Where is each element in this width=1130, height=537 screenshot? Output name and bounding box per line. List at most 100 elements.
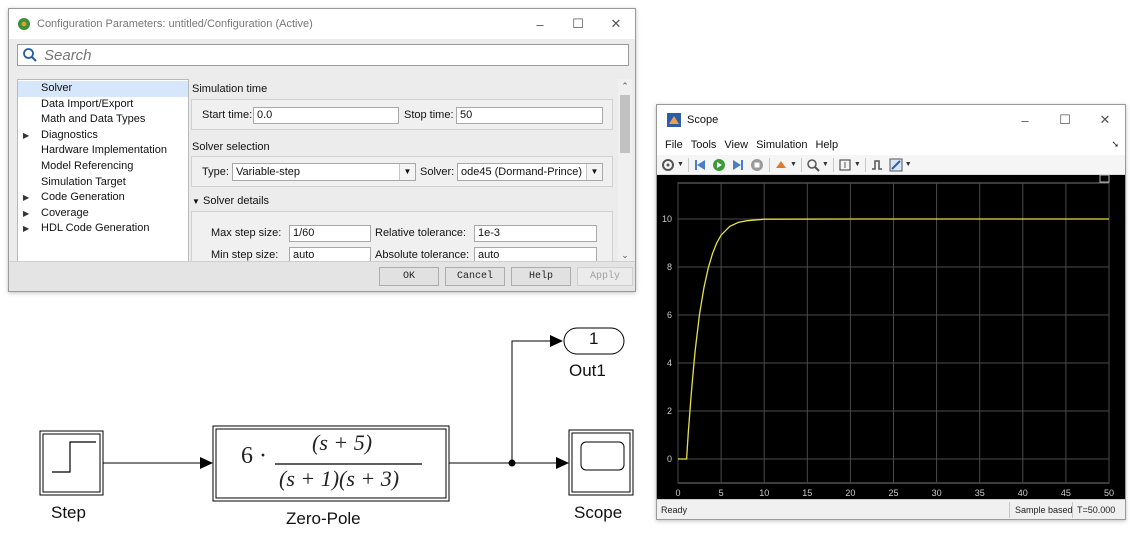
x-tick-label: 20	[845, 488, 855, 498]
solver-selection-group: Type: Variable-step ▼ Solver: ode45 (Dor…	[191, 156, 613, 187]
x-tick-label: 35	[975, 488, 985, 498]
chevron-down-icon[interactable]: ▼	[905, 161, 912, 168]
step-back-icon[interactable]	[692, 157, 708, 173]
menu-simulation[interactable]: Simulation	[756, 139, 807, 151]
category-tree: Solver Data Import/Export Math and Data …	[17, 79, 189, 263]
expand-arrow-icon[interactable]: ▶	[23, 221, 29, 237]
tree-item-math-data-types[interactable]: Math and Data Types	[18, 112, 188, 128]
maximize-button[interactable]: ☐	[559, 9, 597, 39]
min-step-label: Min step size:	[211, 249, 279, 261]
simulation-time-title: Simulation time	[192, 83, 268, 95]
menu-file[interactable]: File	[665, 139, 683, 151]
scope-window-title: Scope	[687, 114, 719, 126]
scope-label: Scope	[574, 503, 623, 522]
run-icon[interactable]	[711, 157, 727, 173]
tree-item-simulation-target[interactable]: Simulation Target	[18, 175, 188, 191]
scope-plot-area[interactable]: 0 5 10 15 20 25 30 35 40 45 50 0 2 4 6 8 10	[657, 174, 1125, 499]
triggers-icon[interactable]	[869, 157, 885, 173]
menu-view[interactable]: View	[724, 139, 748, 151]
chevron-down-icon[interactable]: ▼	[677, 161, 684, 168]
chevron-down-icon[interactable]: ▼	[790, 161, 797, 168]
step-block[interactable]	[39, 430, 104, 496]
solver-label: Solver:	[420, 166, 455, 178]
stop-icon[interactable]	[749, 157, 765, 173]
signal-line[interactable]	[511, 340, 550, 463]
scrollbar-thumb[interactable]	[620, 95, 630, 153]
ok-button[interactable]: OK	[379, 267, 439, 286]
close-button[interactable]: ✕	[1085, 105, 1125, 135]
relative-tolerance-input[interactable]: 1e-3	[474, 225, 597, 242]
stop-time-label: Stop time:	[404, 109, 454, 121]
solver-details-toggle[interactable]: ▼ Solver details	[192, 195, 269, 207]
tree-item-model-referencing[interactable]: Model Referencing	[18, 159, 188, 175]
menu-help[interactable]: Help	[815, 139, 838, 151]
x-tick-label: 25	[888, 488, 898, 498]
close-button[interactable]: ✕	[597, 9, 635, 39]
minimize-button[interactable]: –	[521, 9, 559, 39]
scope-toolbar: ▼ ▼ ▼ ▼ ▼	[657, 155, 1125, 175]
simulink-diagram: 6 · (s + 5) (s + 1)(s + 3) 1 Out1 Step Z…	[0, 300, 650, 534]
step-forward-icon[interactable]	[730, 157, 746, 173]
expand-arrow-icon[interactable]: ▶	[23, 206, 29, 222]
help-button[interactable]: Help	[511, 267, 571, 286]
zero-pole-gain: 6 ·	[241, 443, 267, 469]
expand-axes-icon[interactable]	[1099, 174, 1110, 183]
scope-menubar: File Tools View Simulation Help ➘	[657, 135, 1125, 155]
solver-dropdown[interactable]: ode45 (Dormand-Prince) ▼	[457, 163, 603, 181]
expand-arrow-icon[interactable]: ▶	[23, 128, 29, 144]
chevron-down-icon[interactable]: ▼	[822, 161, 829, 168]
scroll-down-icon[interactable]: ⌄	[618, 250, 632, 261]
start-time-label: Start time:	[202, 109, 253, 121]
step-label: Step	[51, 503, 86, 522]
chevron-down-icon[interactable]: ▼	[854, 161, 861, 168]
autoscale-icon[interactable]	[837, 157, 853, 173]
tree-item-diagnostics[interactable]: ▶ Diagnostics	[18, 128, 188, 144]
maximize-button[interactable]: ☐	[1045, 105, 1085, 135]
max-step-input[interactable]: 1/60	[289, 225, 371, 242]
start-time-input[interactable]: 0.0	[253, 107, 399, 124]
scope-titlebar[interactable]: Scope – ☐ ✕	[657, 105, 1125, 135]
edit-properties-icon[interactable]	[888, 157, 904, 173]
chevron-down-icon[interactable]: ▼	[586, 164, 602, 180]
max-step-label: Max step size:	[211, 227, 282, 239]
dialog-footer: OK Cancel Help Apply	[9, 261, 635, 291]
undock-icon[interactable]: ➘	[1111, 139, 1119, 150]
panel-scrollbar[interactable]: ⌃ ⌄	[618, 79, 632, 263]
expand-arrow-icon[interactable]: ▶	[23, 190, 29, 206]
tree-item-coverage[interactable]: ▶ Coverage	[18, 206, 188, 222]
type-dropdown[interactable]: Variable-step ▼	[232, 163, 416, 181]
scope-block[interactable]	[568, 429, 634, 496]
out1-port-number: 1	[589, 329, 599, 348]
zero-pole-denominator: (s + 1)(s + 3)	[279, 466, 400, 491]
search-input[interactable]	[42, 45, 602, 65]
search-box[interactable]	[17, 44, 629, 66]
diagram-canvas	[39, 327, 634, 502]
absolute-tolerance-label: Absolute tolerance:	[375, 249, 470, 261]
scroll-up-icon[interactable]: ⌃	[618, 81, 632, 92]
apply-button[interactable]: Apply	[577, 267, 633, 286]
minimize-button[interactable]: –	[1005, 105, 1045, 135]
y-tick-label: 6	[667, 310, 672, 320]
collapse-arrow-icon: ▼	[192, 197, 200, 206]
solver-selection-title: Solver selection	[192, 141, 270, 153]
solver-settings-panel: Simulation time Start time: 0.0 Stop tim…	[191, 79, 617, 263]
config-titlebar[interactable]: Configuration Parameters: untitled/Confi…	[9, 9, 635, 39]
tree-item-code-generation[interactable]: ▶ Code Generation	[18, 190, 188, 206]
tree-item-data-import-export[interactable]: Data Import/Export	[18, 97, 188, 113]
tree-item-hdl-code-generation[interactable]: ▶ HDL Code Generation	[18, 221, 188, 237]
y-tick-label: 8	[667, 262, 672, 272]
cancel-button[interactable]: Cancel	[445, 267, 505, 286]
menu-tools[interactable]: Tools	[691, 139, 717, 151]
settings-gear-icon[interactable]	[660, 157, 676, 173]
highlight-block-icon[interactable]	[773, 157, 789, 173]
signal-arrow	[556, 457, 569, 469]
simulation-time-group: Start time: 0.0 Stop time: 50	[191, 99, 613, 130]
x-tick-label: 40	[1018, 488, 1028, 498]
chevron-down-icon[interactable]: ▼	[399, 164, 415, 180]
stop-time-input[interactable]: 50	[456, 107, 603, 124]
x-tick-label: 50	[1104, 488, 1114, 498]
tree-item-hardware-implementation[interactable]: Hardware Implementation	[18, 143, 188, 159]
tree-item-solver[interactable]: Solver	[18, 81, 188, 97]
zoom-icon[interactable]	[805, 157, 821, 173]
out1-label: Out1	[569, 361, 606, 380]
